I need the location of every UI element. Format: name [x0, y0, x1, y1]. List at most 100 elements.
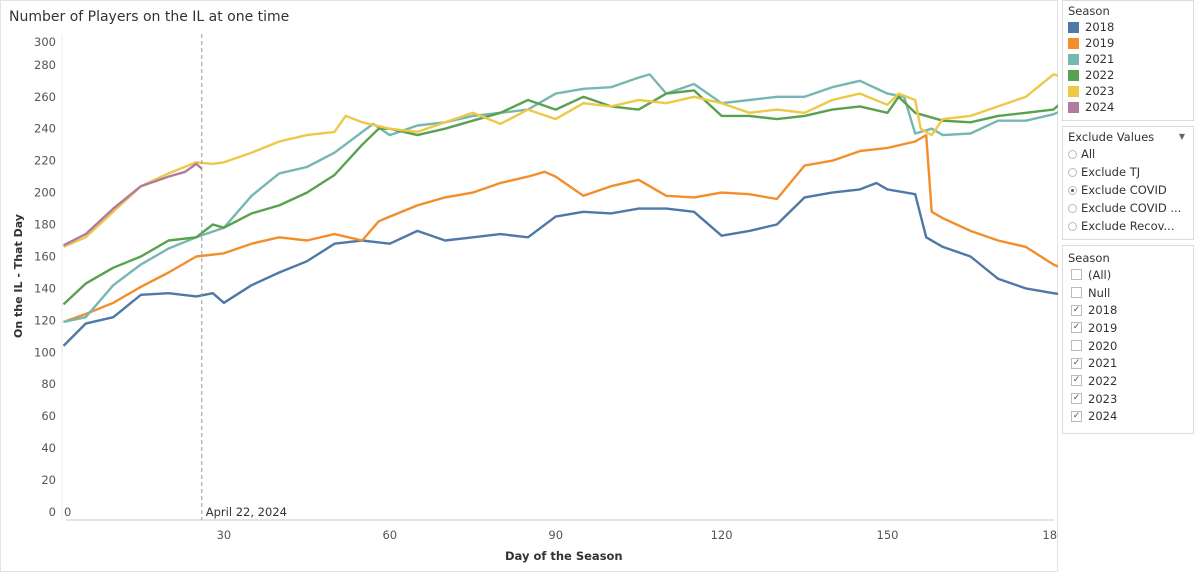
radio-unselected-icon[interactable] [1068, 167, 1077, 177]
series-line-2021[interactable] [63, 73, 1059, 324]
x-tick-label: 90 [548, 528, 563, 542]
legend-swatch [1068, 69, 1079, 81]
exclude-option-label: Exclude COVID ... [1081, 201, 1182, 215]
season-filter: Season (All) Null ✓ 2018 ✓ 2019 2020 ✓ 2021 ✓ 2022… [1062, 245, 1194, 434]
exclude-option-label: Exclude COVID [1081, 183, 1167, 197]
legend-swatch [1068, 53, 1079, 65]
season-option-label: 2019 [1088, 320, 1118, 335]
checkbox-unchecked-icon[interactable] [1071, 287, 1082, 299]
x-tick-label: 120 [711, 528, 733, 542]
exclude-filter-title: Exclude Values [1068, 130, 1155, 144]
exclude-option-label: All [1081, 147, 1096, 161]
series-line-2023[interactable] [63, 73, 1059, 249]
x-axis-title: Day of the Season [505, 549, 623, 563]
y-tick-label: 240 [34, 122, 56, 136]
reference-line-label: April 22, 2024 [206, 505, 287, 519]
checkbox-checked-icon[interactable]: ✓ [1071, 357, 1082, 369]
caret-down-icon[interactable]: ▼ [1179, 132, 1185, 141]
checkbox-unchecked-icon[interactable] [1071, 340, 1082, 352]
y-tick-label: 0 [49, 505, 56, 519]
checkbox-checked-icon[interactable]: ✓ [1071, 304, 1082, 316]
exclude-option[interactable]: Exclude COVID [1063, 181, 1193, 199]
radio-unselected-icon[interactable] [1068, 221, 1077, 231]
legend-label: 2023 [1085, 84, 1115, 98]
checkbox-checked-icon[interactable]: ✓ [1071, 322, 1082, 334]
season-color-legend: Season 2018 2019 2021 2022 2023 2024 [1062, 0, 1194, 121]
y-tick-label: 300 [34, 35, 56, 49]
season-filter-option[interactable]: ✓ 2018 [1063, 301, 1193, 319]
season-option-label: (All) [1088, 267, 1112, 282]
exclude-option[interactable]: All [1063, 145, 1193, 163]
y-tick-label: 40 [41, 441, 56, 455]
checkbox-checked-icon[interactable]: ✓ [1071, 410, 1082, 422]
season-filter-option[interactable]: ✓ 2024 [1063, 408, 1193, 426]
x-origin-label: 0 [64, 505, 71, 519]
season-filter-option[interactable]: ✓ 2019 [1063, 319, 1193, 337]
x-tick-label: 150 [877, 528, 899, 542]
season-option-label: 2023 [1088, 391, 1118, 406]
series-line-2024[interactable] [62, 162, 203, 247]
season-filter-option[interactable]: ✓ 2021 [1063, 354, 1193, 372]
series-line-2022[interactable] [62, 89, 1059, 306]
series-group [62, 73, 1059, 347]
season-option-label: 2024 [1088, 409, 1118, 424]
season-option-label: 2020 [1088, 338, 1118, 353]
radio-selected-icon[interactable] [1068, 185, 1077, 195]
legend-swatch [1068, 101, 1079, 113]
legend-item-2021[interactable]: 2021 [1063, 51, 1193, 67]
y-tick-label: 180 [34, 218, 56, 232]
season-filter-option[interactable]: Null [1063, 284, 1193, 302]
season-filter-option[interactable]: ✓ 2022 [1063, 372, 1193, 390]
legend-swatch [1068, 21, 1079, 33]
checkbox-unchecked-icon[interactable] [1071, 269, 1082, 281]
y-tick-label: 60 [41, 409, 56, 423]
exclude-option-label: Exclude TJ [1081, 165, 1141, 179]
y-tick-label: 280 [34, 58, 56, 72]
y-tick-label: 80 [41, 377, 56, 391]
legend-label: 2018 [1085, 20, 1115, 34]
y-tick-label: 100 [34, 345, 56, 359]
exclude-option-label: Exclude Recov... [1081, 219, 1175, 233]
season-option-label: Null [1088, 285, 1111, 300]
legend-item-2023[interactable]: 2023 [1063, 83, 1193, 99]
checkbox-checked-icon[interactable]: ✓ [1071, 375, 1082, 387]
season-filter-option[interactable]: (All) [1063, 266, 1193, 284]
y-tick-label: 160 [34, 249, 56, 263]
radio-unselected-icon[interactable] [1068, 203, 1077, 213]
legend-title: Season [1068, 4, 1110, 18]
checkbox-checked-icon[interactable]: ✓ [1071, 393, 1082, 405]
y-tick-label: 260 [34, 90, 56, 104]
y-tick-label: 120 [34, 313, 56, 327]
season-filter-option[interactable]: ✓ 2023 [1063, 390, 1193, 408]
x-tick-label: 30 [217, 528, 232, 542]
season-filter-option[interactable]: 2020 [1063, 337, 1193, 355]
legend-item-2022[interactable]: 2022 [1063, 67, 1193, 83]
legend-swatch [1068, 37, 1079, 49]
y-axis-ticks: 0 20 40 60 80 100 120 140 160 180 200 220 240 260 280 3… [34, 35, 56, 519]
legend-swatch [1068, 85, 1079, 97]
season-option-label: 2022 [1088, 373, 1118, 388]
exclude-option[interactable]: Exclude COVID ... [1063, 199, 1193, 217]
y-tick-label: 220 [34, 154, 56, 168]
legend-item-2018[interactable]: 2018 [1063, 19, 1193, 35]
y-axis-title: On the IL - That Day [12, 214, 25, 338]
legend-item-2019[interactable]: 2019 [1063, 35, 1193, 51]
y-tick-label: 140 [34, 281, 56, 295]
x-axis-ticks: 30 60 90 120 150 180 [217, 528, 1058, 542]
season-option-label: 2021 [1088, 356, 1118, 371]
x-tick-label: 180 [1042, 528, 1058, 542]
x-tick-label: 60 [382, 528, 397, 542]
y-tick-label: 200 [34, 186, 56, 200]
legend-label: 2021 [1085, 52, 1115, 66]
series-line-2018[interactable] [62, 181, 1059, 347]
y-tick-label: 20 [41, 473, 56, 487]
exclude-option[interactable]: Exclude Recov... [1063, 217, 1193, 235]
legend-label: 2019 [1085, 36, 1115, 50]
legend-label: 2022 [1085, 68, 1115, 82]
legend-item-2024[interactable]: 2024 [1063, 99, 1193, 115]
season-option-label: 2018 [1088, 303, 1118, 318]
exclude-option[interactable]: Exclude TJ [1063, 163, 1193, 181]
radio-unselected-icon[interactable] [1068, 149, 1077, 159]
legend-label: 2024 [1085, 100, 1115, 114]
exclude-values-filter: Exclude Values ▼ All Exclude TJ Exclude CO… [1062, 126, 1194, 240]
